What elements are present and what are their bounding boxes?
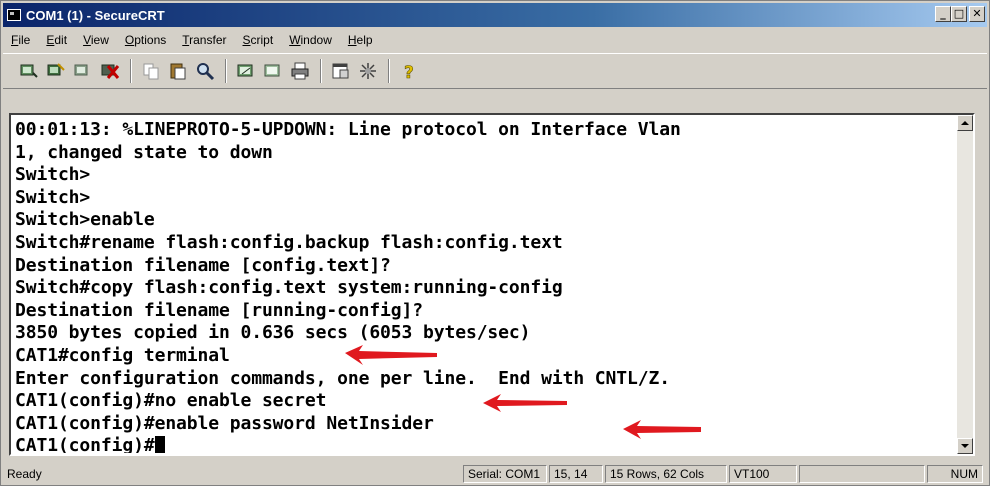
terminal-app-icon xyxy=(7,9,21,21)
terminal-line: CAT1(config)# xyxy=(15,435,955,453)
toolbar-separator xyxy=(225,59,227,83)
terminal-line: Switch#copy flash:config.text system:run… xyxy=(15,277,563,299)
menu-options[interactable]: Options xyxy=(117,33,174,47)
red-arrow-icon xyxy=(483,394,567,412)
terminal-line: Destination filename [running-config]? xyxy=(15,299,424,321)
status-bar: Ready Serial: COM1 15, 14 15 Rows, 62 Co… xyxy=(3,463,987,485)
paste-button[interactable] xyxy=(166,59,190,83)
terminal-line: 3850 bytes copied in 0.636 secs (6053 by… xyxy=(15,322,531,344)
print-setup-icon xyxy=(237,64,253,77)
terminal-line: Enter configuration commands, one per li… xyxy=(15,367,670,389)
terminal-line: Switch> xyxy=(15,164,91,186)
terminal-line: 1, changed state to down xyxy=(15,141,273,163)
print-button[interactable] xyxy=(288,59,312,83)
menu-view[interactable]: View xyxy=(75,33,117,47)
scroll-down-button[interactable] xyxy=(957,438,973,454)
find-icon xyxy=(197,63,215,81)
connect-button[interactable] xyxy=(17,59,41,83)
status-num-lock: NUM xyxy=(927,465,983,483)
keymap-icon xyxy=(360,63,376,79)
disconnect-button[interactable] xyxy=(98,59,122,83)
title-bar[interactable]: COM1 (1) - SecureCRT _ □ ✕ xyxy=(3,3,987,27)
reconnect-icon xyxy=(74,64,88,76)
red-arrow-icon xyxy=(345,345,437,365)
paste-icon xyxy=(170,63,186,80)
help-button[interactable]: ? xyxy=(397,59,421,83)
arrow-down-icon xyxy=(961,444,969,448)
close-button[interactable]: ✕ xyxy=(969,6,985,22)
print-icon xyxy=(291,62,309,80)
arrow-up-icon xyxy=(961,121,969,125)
terminal-line: 00:01:13: %LINEPROTO-5-UPDOWN: Line prot… xyxy=(15,119,681,140)
session-options-icon xyxy=(332,63,349,79)
status-terminal-size: 15 Rows, 62 Cols xyxy=(605,465,727,483)
menu-transfer[interactable]: Transfer xyxy=(174,33,234,47)
terminal-line: Destination filename [config.text]? xyxy=(15,254,391,276)
menu-file[interactable]: File xyxy=(3,33,38,47)
connect-icon xyxy=(20,64,38,78)
session-options-button[interactable] xyxy=(329,59,353,83)
find-button[interactable] xyxy=(193,59,217,83)
scroll-up-button[interactable] xyxy=(957,115,973,131)
status-ready: Ready xyxy=(7,467,42,481)
toolbar-separator xyxy=(320,59,322,83)
print-selection-icon xyxy=(264,64,280,77)
status-serial: Serial: COM1 xyxy=(463,465,547,483)
securecrt-window: COM1 (1) - SecureCRT _ □ ✕ File Edit Vie… xyxy=(0,0,990,486)
terminal-line: Switch#rename flash:config.backup flash:… xyxy=(15,231,563,253)
menu-edit[interactable]: Edit xyxy=(38,33,75,47)
menu-window[interactable]: Window xyxy=(281,33,340,47)
toolbar-separator xyxy=(388,59,390,83)
keymap-button[interactable] xyxy=(356,59,380,83)
copy-button[interactable] xyxy=(139,59,163,83)
toolbar: ? xyxy=(3,53,987,89)
toolbar-separator xyxy=(130,59,132,83)
window-title: COM1 (1) - SecureCRT xyxy=(26,7,165,23)
print-setup-button[interactable] xyxy=(234,59,258,83)
terminal-line: Switch> xyxy=(15,186,91,208)
red-arrow-icon xyxy=(623,420,701,439)
reconnect-button[interactable] xyxy=(71,59,95,83)
status-emulation: VT100 xyxy=(729,465,797,483)
terminal-line: CAT1#config terminal xyxy=(15,344,230,366)
menu-bar: File Edit View Options Transfer Script W… xyxy=(3,29,987,51)
terminal-scrollbar[interactable] xyxy=(957,115,973,454)
copy-icon xyxy=(143,63,159,80)
svg-text:?: ? xyxy=(404,63,414,81)
window-controls: _ □ ✕ xyxy=(935,6,985,22)
status-panel-empty xyxy=(799,465,925,483)
quick-connect-button[interactable] xyxy=(44,59,68,83)
disconnect-icon xyxy=(101,64,120,79)
help-icon: ? xyxy=(404,63,414,81)
terminal-line: CAT1(config)#enable password NetInsider xyxy=(15,412,434,434)
menu-help[interactable]: Help xyxy=(340,33,381,47)
minimize-button[interactable]: _ xyxy=(935,6,951,22)
maximize-button[interactable]: □ xyxy=(951,6,967,22)
quick-connect-icon xyxy=(47,63,65,76)
terminal-line: Switch>enable xyxy=(15,209,155,231)
status-cursor-position: 15, 14 xyxy=(549,465,603,483)
terminal-cursor xyxy=(154,436,165,453)
print-selection-button[interactable] xyxy=(261,59,285,83)
menu-script[interactable]: Script xyxy=(235,33,282,47)
